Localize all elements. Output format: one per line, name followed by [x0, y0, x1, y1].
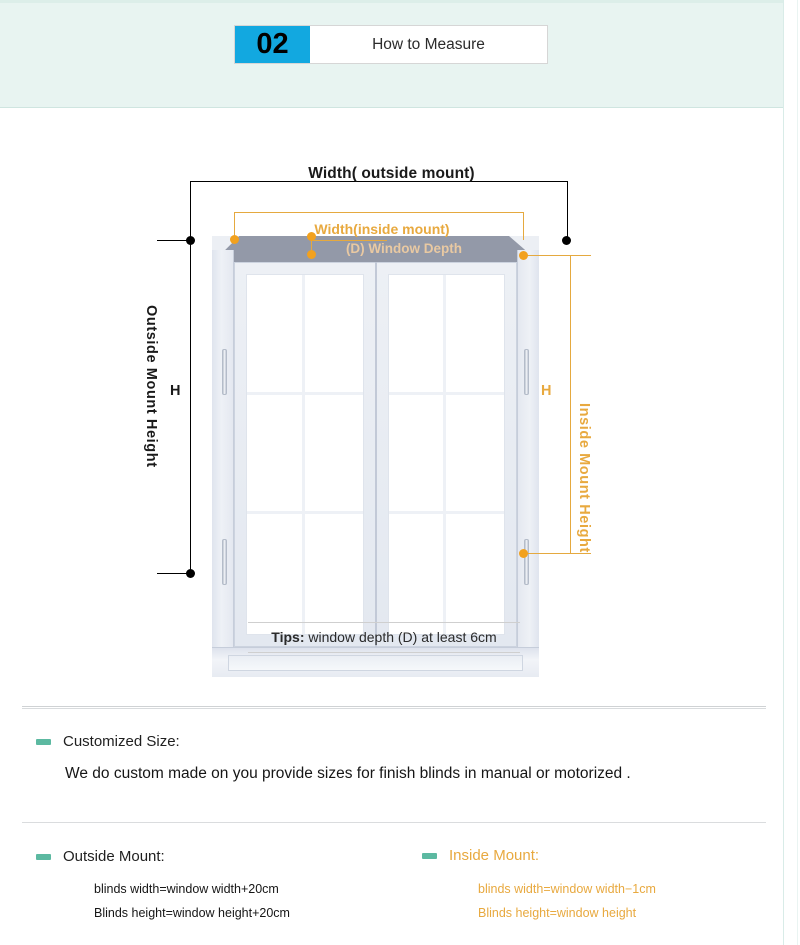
window-pane	[247, 394, 305, 515]
window-side-jamb-left	[212, 250, 234, 651]
header-top-strip	[0, 0, 783, 3]
label-width-inside: Width(inside mount)	[314, 221, 450, 237]
window-glass-left	[246, 274, 364, 635]
heading-customized-size-label: Customized Size:	[63, 733, 180, 750]
section-number: 02	[235, 26, 310, 63]
inside-height-line	[570, 255, 571, 554]
window-handle-left-upper	[222, 349, 227, 395]
window-handle-right-upper	[524, 349, 529, 395]
text-outside-mount-height: Blinds height=window height+20cm	[94, 906, 290, 920]
inside-corner-dot-bottom-right	[519, 549, 528, 558]
heading-outside-mount-label: Outside Mount:	[63, 848, 165, 865]
tips-label: Tips:	[271, 629, 305, 645]
label-h-outside: H	[170, 383, 181, 399]
window-side-jamb-right	[517, 250, 539, 651]
heading-inside-mount-label: Inside Mount:	[449, 847, 540, 864]
outside-dot-top-left	[186, 236, 195, 245]
page-right-border	[783, 0, 784, 945]
inside-height-tick-bottom	[523, 553, 591, 554]
window-glass-right	[387, 274, 505, 635]
outside-height-line	[190, 240, 191, 573]
divider-top	[22, 706, 766, 709]
window-handle-right-lower	[524, 539, 529, 585]
heading-inside-mount: Inside Mount:	[422, 847, 539, 864]
window-pane	[446, 275, 504, 395]
measurement-diagram: Width( outside mount) Width(inside mount…	[0, 107, 783, 677]
window-pane	[446, 394, 504, 515]
bullet-square-icon	[36, 854, 51, 861]
section-header-banner: 02 How to Measure	[0, 0, 783, 108]
bullet-square-icon	[422, 853, 437, 860]
window-pane	[388, 514, 447, 634]
window-pane	[247, 514, 305, 634]
section-title: How to Measure	[310, 26, 547, 63]
window-pane	[388, 394, 447, 515]
window-pane	[304, 514, 363, 634]
outside-width-drop-right	[567, 181, 568, 239]
window-sash-left	[222, 262, 376, 647]
text-inside-mount-width: blinds width=window width−1cm	[478, 882, 656, 896]
text-inside-mount-height: Blinds height=window height	[478, 906, 637, 920]
outside-dot-bottom-left	[186, 569, 195, 578]
window-pane	[247, 275, 305, 395]
heading-customized-size: Customized Size:	[36, 733, 180, 750]
outside-width-drop-left	[190, 181, 191, 239]
window-handle-left-lower	[222, 539, 227, 585]
page-right-border-soft	[797, 0, 798, 945]
text-outside-mount-width: blinds width=window width+20cm	[94, 882, 279, 896]
tips-note: Tips: window depth (D) at least 6cm	[248, 622, 520, 653]
label-inside-mount-height: Inside Mount Height	[576, 403, 592, 553]
tips-text: window depth (D) at least 6cm	[304, 629, 497, 645]
label-outside-mount-height: Outside Mount Height	[143, 305, 159, 468]
window-illustration	[212, 236, 539, 677]
window-sill-inner	[228, 655, 523, 671]
label-window-depth: (D) Window Depth	[345, 241, 463, 256]
label-width-outside: Width( outside mount)	[308, 165, 475, 182]
inside-width-line	[234, 212, 523, 213]
section-badge: 02 How to Measure	[235, 26, 547, 63]
divider-middle	[22, 822, 766, 823]
window-sash-right	[375, 262, 529, 647]
window-pane	[304, 394, 363, 515]
bullet-square-icon	[36, 739, 51, 746]
window-pane	[304, 275, 363, 395]
heading-outside-mount: Outside Mount:	[36, 848, 165, 865]
window-pane	[446, 514, 504, 634]
text-customized-size-body: We do custom made on you provide sizes f…	[65, 765, 631, 782]
window-center-mullion	[374, 262, 377, 647]
label-h-inside: H	[541, 383, 552, 399]
window-pane	[388, 275, 447, 395]
